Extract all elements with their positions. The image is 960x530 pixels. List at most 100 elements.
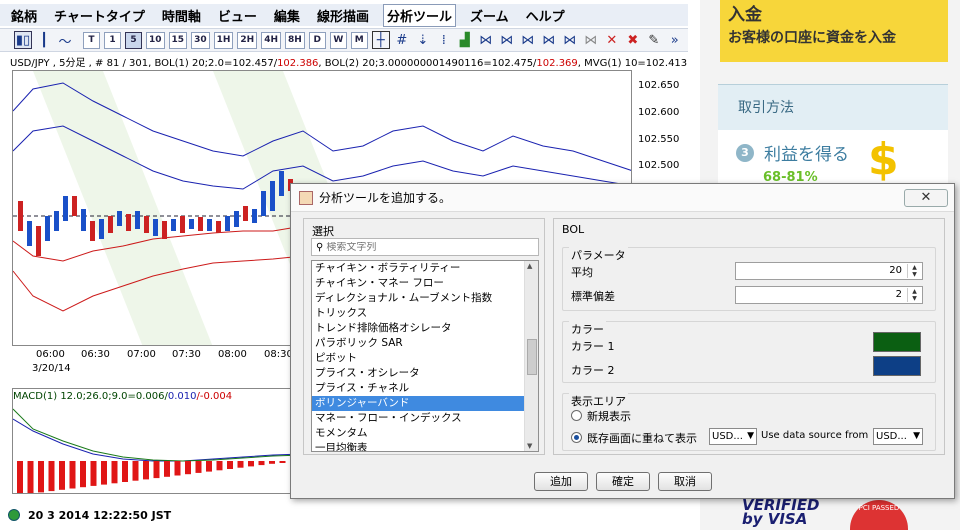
menu-item[interactable]: 分析ツール — [382, 3, 456, 27]
menu-item[interactable]: 銘柄 — [8, 5, 40, 26]
candlestick-chart-icon[interactable]: ▮▯ — [14, 31, 32, 49]
timeframe-button[interactable]: 30 — [191, 31, 210, 49]
menu-item[interactable]: ズーム — [467, 5, 512, 26]
volume-icon[interactable]: ⁞ — [435, 31, 453, 49]
bar-chart-icon[interactable]: ┃ — [35, 31, 53, 49]
macd-bar — [143, 461, 149, 480]
app-icon — [299, 190, 313, 205]
gann-icon[interactable]: ⋈ — [540, 31, 558, 49]
list-item[interactable]: トレンド排除価格オシレータ — [312, 321, 538, 336]
search-box[interactable]: ⚲ — [311, 238, 539, 256]
timeframe-button[interactable]: T — [83, 31, 100, 49]
timeframe-button[interactable]: 10 — [146, 31, 165, 49]
timeframe-button[interactable]: M — [350, 31, 368, 49]
menu-item[interactable]: ビュー — [215, 5, 260, 26]
selection-header: 選択 — [312, 225, 334, 238]
menu-item[interactable]: 時間軸 — [159, 5, 204, 26]
search-input[interactable] — [326, 241, 527, 253]
list-item[interactable]: ピボット — [312, 351, 538, 366]
confirm-button[interactable]: 確定 — [596, 472, 650, 491]
crosshair-icon[interactable]: ┼ — [371, 31, 390, 49]
deposit-banner[interactable]: 入金 お客様の口座に資金を入金 — [720, 0, 948, 62]
std-dev-input[interactable]: 2 ▲ ▼ — [735, 286, 923, 304]
add-button[interactable]: 追加 — [534, 472, 588, 491]
scroll-thumb[interactable] — [527, 339, 537, 375]
candle — [207, 219, 212, 231]
macd-bar — [48, 461, 55, 492]
candle — [81, 209, 86, 231]
dialog-titlebar[interactable]: 分析ツールを追加する。 ✕ — [291, 184, 954, 212]
delete-all-icon[interactable]: ✖ — [624, 31, 642, 49]
timeframe-button[interactable]: D — [308, 31, 326, 49]
timeframe-button[interactable]: 1H — [213, 31, 234, 49]
timeframe-button[interactable]: 5 — [125, 31, 142, 49]
average-label: 平均 — [571, 266, 593, 279]
candle — [252, 209, 257, 223]
cancel-button[interactable]: 取消 — [658, 472, 712, 491]
settings-header: BOL — [562, 223, 585, 236]
menu-item[interactable]: 線形描画 — [314, 5, 372, 26]
fibonacci-icon[interactable]: ⋈ — [519, 31, 537, 49]
timeframe-button[interactable]: 4H — [261, 31, 281, 49]
list-item[interactable]: プライス・オシレータ — [312, 366, 538, 381]
line-chart-icon[interactable]: 〜 — [56, 31, 74, 50]
x-date-label: 3/20/14 — [32, 363, 71, 374]
timeframe-button[interactable]: 8H — [284, 31, 305, 49]
macd-bar — [269, 461, 275, 464]
timeframe-button[interactable]: 1 — [104, 31, 121, 49]
list-item[interactable]: モメンタム — [312, 426, 538, 441]
spinner-icon[interactable]: ▲ ▼ — [907, 288, 921, 302]
new-display-radio[interactable] — [571, 410, 582, 421]
list-item[interactable]: チャイキン・マネー フロー — [312, 276, 538, 291]
more-button[interactable]: » — [666, 31, 684, 49]
new-display-label: 新規表示 — [587, 410, 631, 423]
average-input[interactable]: 20 ▲ ▼ — [735, 262, 923, 280]
datasource-select[interactable]: USD... ▼ — [873, 428, 923, 445]
delete-tool-icon[interactable]: ⋈ — [582, 31, 600, 49]
delete-icon[interactable]: ✕ — [603, 31, 621, 49]
list-item[interactable]: トリックス — [312, 306, 538, 321]
scroll-down-icon[interactable]: ▼ — [527, 442, 532, 450]
list-item[interactable]: ディレクショナル・ムーブメント指数 — [312, 291, 538, 306]
pin-icon[interactable]: ✎ — [645, 31, 663, 49]
candle — [216, 221, 221, 233]
list-item[interactable]: マネー・フロー・インデックス — [312, 411, 538, 426]
tool-settings-pane: BOL パラメータ 平均 20 ▲ ▼ 標準偏差 2 ▲ ▼ カラー カラー 1 カ… — [553, 218, 945, 455]
candle — [243, 206, 248, 221]
list-item[interactable]: プライス・チャネル — [312, 381, 538, 396]
timeframe-button[interactable]: W — [329, 31, 347, 49]
connection-status-icon — [8, 509, 20, 521]
menu-item[interactable]: 編集 — [271, 5, 303, 26]
candle — [126, 214, 131, 231]
menu-item[interactable]: チャートタイプ — [51, 5, 148, 26]
list-item[interactable]: パラボリック SAR — [312, 336, 538, 351]
macd-bar — [174, 461, 181, 476]
banner-subtitle: お客様の口座に資金を入金 — [728, 30, 896, 46]
indicator-icon[interactable]: ▟ — [456, 31, 474, 49]
timeframe-button[interactable]: 15 — [168, 31, 188, 49]
close-button[interactable]: ✕ — [904, 189, 948, 207]
status-datetime: 20 3 2014 12:22:50 JST — [28, 508, 172, 522]
list-item[interactable]: 一目均衡表 — [312, 441, 538, 451]
macd-bar — [227, 461, 233, 469]
overlay-display-radio[interactable] — [571, 432, 582, 443]
indicator-list[interactable]: ▲ ▼ チャイキン・ボラティリティー チャイキン・マネー フロー ディレクショナル・… — [311, 260, 539, 452]
list-scrollbar[interactable]: ▲ ▼ — [524, 261, 538, 451]
trendline-icon[interactable]: ⋈ — [477, 31, 495, 49]
menu-item[interactable]: ヘルプ — [523, 5, 568, 26]
color2-swatch[interactable] — [873, 356, 921, 376]
timeframe-button[interactable]: 2H — [237, 31, 258, 49]
overlay-target-select[interactable]: USD... ▼ — [709, 428, 757, 445]
pitchfork-icon[interactable]: ⋈ — [561, 31, 579, 49]
scroll-up-icon[interactable]: ▲ — [527, 262, 532, 270]
list-item[interactable]: ボリンジャーバンド — [312, 396, 538, 411]
how-to-trade-panel[interactable]: 取引方法 — [718, 84, 948, 130]
color1-swatch[interactable] — [873, 332, 921, 352]
pan-icon[interactable]: ⇣ — [414, 31, 432, 49]
y-tick-label: 102.550 — [638, 134, 680, 145]
grid-icon[interactable]: # — [393, 31, 411, 49]
channel-icon[interactable]: ⋈ — [498, 31, 516, 49]
spinner-icon[interactable]: ▲ ▼ — [907, 264, 921, 278]
list-item[interactable]: チャイキン・ボラティリティー — [312, 261, 538, 276]
macd-bar — [59, 461, 65, 490]
